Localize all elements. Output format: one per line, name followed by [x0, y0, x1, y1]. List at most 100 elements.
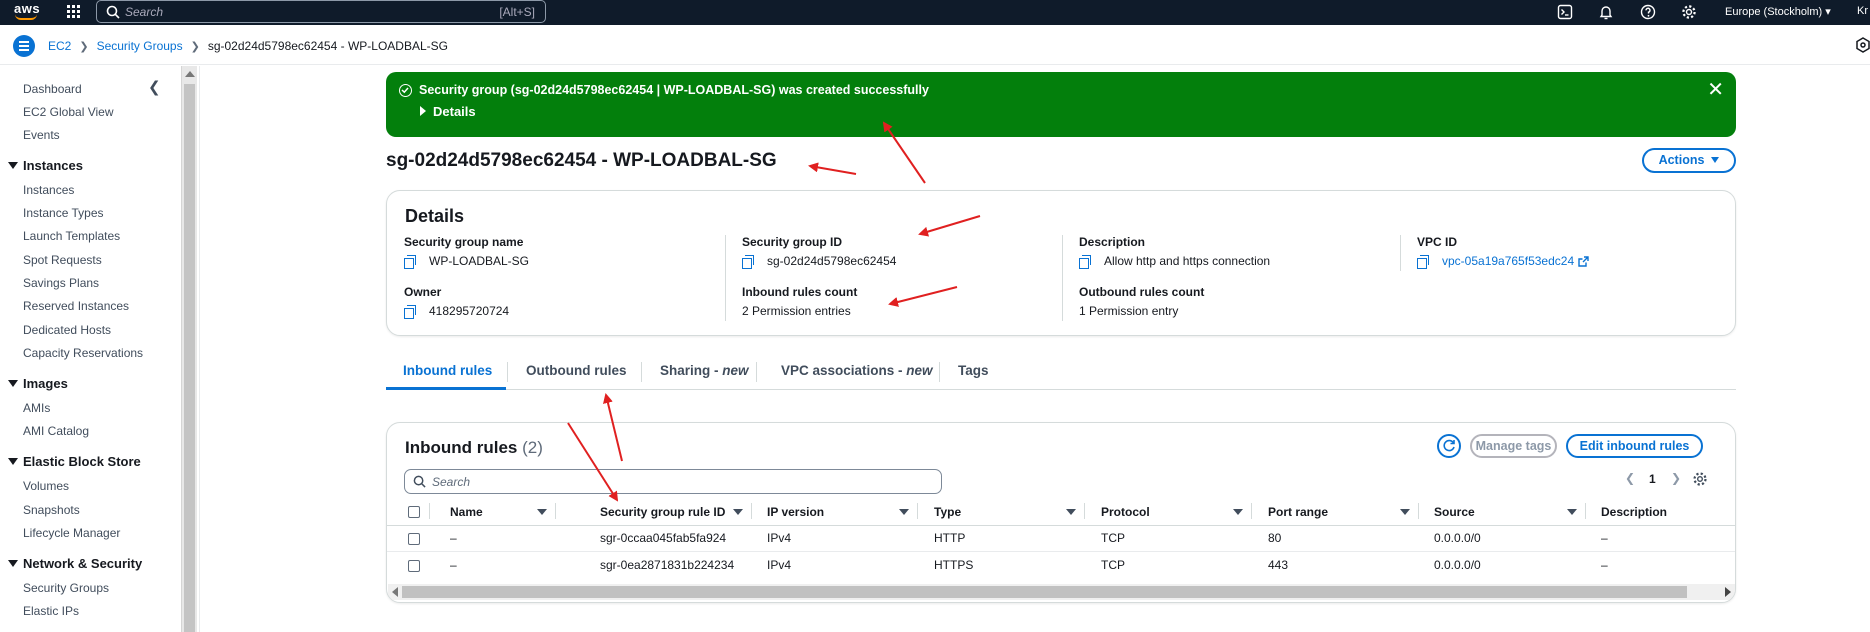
sidebar-item-lifecycle-manager[interactable]: Lifecycle Manager — [23, 526, 120, 540]
sidebar-item-ec2-global-view[interactable]: EC2 Global View — [23, 105, 114, 119]
sidebar: ❮ Dashboard EC2 Global View Events Insta… — [0, 66, 180, 632]
vpc-id-link[interactable]: vpc-05a19a765f53edc24 — [1442, 254, 1574, 268]
column-header-source[interactable]: Source — [1434, 505, 1475, 519]
bell-icon[interactable] — [1598, 4, 1614, 20]
sidebar-item-capacity-reservations[interactable]: Capacity Reservations — [23, 346, 143, 360]
sidebar-section-images[interactable]: Images — [8, 376, 68, 391]
cell-description: – — [1601, 558, 1608, 572]
pager-page[interactable]: 1 — [1649, 472, 1656, 486]
sidebar-item-dedicated-hosts[interactable]: Dedicated Hosts — [23, 323, 111, 337]
menu-icon[interactable] — [13, 35, 35, 57]
sort-icon[interactable] — [899, 509, 909, 515]
sidebar-section-network-security[interactable]: Network & Security — [8, 556, 142, 571]
inbound-search-input[interactable]: Search — [404, 469, 942, 494]
account-menu[interactable]: Kr — [1857, 5, 1868, 17]
global-search-input[interactable]: Search [Alt+S] — [96, 0, 546, 23]
cell-source: 0.0.0.0/0 — [1434, 531, 1481, 545]
tab-tags[interactable]: Tags — [958, 363, 989, 378]
annotation-arrow — [808, 162, 857, 175]
sort-icon[interactable] — [1567, 509, 1577, 515]
sidebar-item-volumes[interactable]: Volumes — [23, 479, 69, 493]
sidebar-item-dashboard[interactable]: Dashboard — [23, 82, 82, 96]
copy-icon[interactable] — [404, 254, 416, 269]
copy-icon[interactable] — [742, 254, 754, 269]
sidebar-section-instances[interactable]: Instances — [8, 158, 83, 173]
flash-details-toggle[interactable]: Details — [420, 104, 476, 119]
tabs: Inbound rules Outbound rules Sharing - n… — [386, 354, 1736, 390]
tab-sharing[interactable]: Sharing - new — [660, 363, 749, 378]
row-checkbox[interactable] — [408, 533, 420, 545]
cell-protocol: TCP — [1101, 558, 1125, 572]
gear-icon[interactable] — [1681, 4, 1697, 20]
cell-description: – — [1601, 531, 1608, 545]
column-header-name[interactable]: Name — [450, 505, 483, 519]
table-horizontal-scrollbar[interactable] — [388, 584, 1735, 600]
cell-source: 0.0.0.0/0 — [1434, 558, 1481, 572]
sidebar-item-security-groups[interactable]: Security Groups — [23, 581, 109, 595]
column-header-ip-version[interactable]: IP version — [767, 505, 824, 519]
copy-icon[interactable] — [1417, 254, 1429, 269]
sort-icon[interactable] — [1400, 509, 1410, 515]
column-header-port-range[interactable]: Port range — [1268, 505, 1328, 519]
settings-hex-icon[interactable] — [1856, 37, 1870, 53]
row-checkbox[interactable] — [408, 560, 420, 572]
sort-icon[interactable] — [1233, 509, 1243, 515]
sidebar-item-spot-requests[interactable]: Spot Requests — [23, 253, 102, 267]
cell-port-range: 443 — [1268, 558, 1289, 572]
help-icon[interactable] — [1640, 4, 1656, 20]
copy-icon[interactable] — [404, 304, 416, 319]
sidebar-item-snapshots[interactable]: Snapshots — [23, 503, 80, 517]
edit-inbound-rules-button[interactable]: Edit inbound rules — [1566, 434, 1703, 458]
cell-ip-version: IPv4 — [767, 531, 792, 545]
cell-port-range: 80 — [1268, 531, 1282, 545]
search-placeholder: Search — [125, 5, 164, 19]
details-title: Details — [405, 206, 465, 226]
actions-button[interactable]: Actions — [1642, 148, 1736, 173]
cell-ip-version: IPv4 — [767, 558, 792, 572]
apps-grid-icon[interactable] — [67, 5, 81, 19]
cell-type: HTTPS — [934, 558, 974, 572]
aws-logo[interactable]: aws — [14, 1, 40, 20]
cloudshell-icon[interactable] — [1557, 4, 1573, 20]
column-header-type[interactable]: Type — [934, 505, 961, 519]
sidebar-item-amis[interactable]: AMIs — [23, 401, 50, 415]
caret-right-icon — [420, 106, 426, 116]
region-selector[interactable]: Europe (Stockholm) ▾ — [1725, 5, 1831, 18]
tab-inbound-rules[interactable]: Inbound rules — [403, 363, 492, 378]
refresh-icon[interactable] — [1437, 434, 1461, 458]
select-all-checkbox[interactable] — [408, 506, 420, 518]
sidebar-item-instances[interactable]: Instances — [23, 183, 74, 197]
sort-icon[interactable] — [733, 509, 743, 515]
inbound-rules-title: Inbound rules (2) — [405, 438, 543, 457]
sidebar-item-elastic-ips[interactable]: Elastic IPs — [23, 604, 79, 618]
breadcrumb-ec2[interactable]: EC2 — [48, 39, 71, 53]
sidebar-section-elastic-block-store[interactable]: Elastic Block Store — [8, 454, 141, 469]
manage-tags-button[interactable]: Manage tags — [1470, 434, 1557, 458]
column-header-description[interactable]: Description — [1601, 505, 1667, 519]
sidebar-item-instance-types[interactable]: Instance Types — [23, 206, 104, 220]
flash-sg-link[interactable]: sg-02d24d5798ec62454 | WP-LOADBAL-SG — [515, 83, 771, 97]
sidebar-item-ami-catalog[interactable]: AMI Catalog — [23, 424, 89, 438]
breadcrumb-security-groups[interactable]: Security Groups — [97, 39, 183, 53]
column-header-protocol[interactable]: Protocol — [1101, 505, 1150, 519]
sidebar-item-savings-plans[interactable]: Savings Plans — [23, 276, 99, 290]
sidebar-item-reserved-instances[interactable]: Reserved Instances — [23, 299, 129, 313]
tab-outbound-rules[interactable]: Outbound rules — [526, 363, 627, 378]
pager-next-icon[interactable]: ❯ — [1671, 471, 1681, 485]
column-header-rule-id[interactable]: Security group rule ID — [600, 505, 725, 519]
pager-prev-icon[interactable]: ❮ — [1625, 471, 1635, 485]
sort-icon[interactable] — [1066, 509, 1076, 515]
table-settings-gear-icon[interactable] — [1692, 471, 1708, 487]
copy-icon[interactable] — [1079, 254, 1091, 269]
top-navigation-bar: aws Search [Alt+S] Europe (Stockholm) ▾ … — [0, 0, 1870, 25]
tab-vpc-associations[interactable]: VPC associations - new — [781, 363, 933, 378]
close-icon[interactable]: ✕ — [1707, 80, 1724, 100]
collapse-sidebar-icon[interactable]: ❮ — [148, 78, 161, 96]
sidebar-item-launch-templates[interactable]: Launch Templates — [23, 229, 120, 243]
sg-name-field: Security group name WP-LOADBAL-SG — [404, 235, 530, 269]
success-check-icon — [399, 84, 412, 97]
sidebar-item-events[interactable]: Events — [23, 128, 60, 142]
sort-icon[interactable] — [537, 509, 547, 515]
sidebar-scrollbar[interactable] — [181, 66, 197, 632]
breadcrumb: EC2 ❯ Security Groups ❯ sg-02d24d5798ec6… — [48, 39, 448, 53]
